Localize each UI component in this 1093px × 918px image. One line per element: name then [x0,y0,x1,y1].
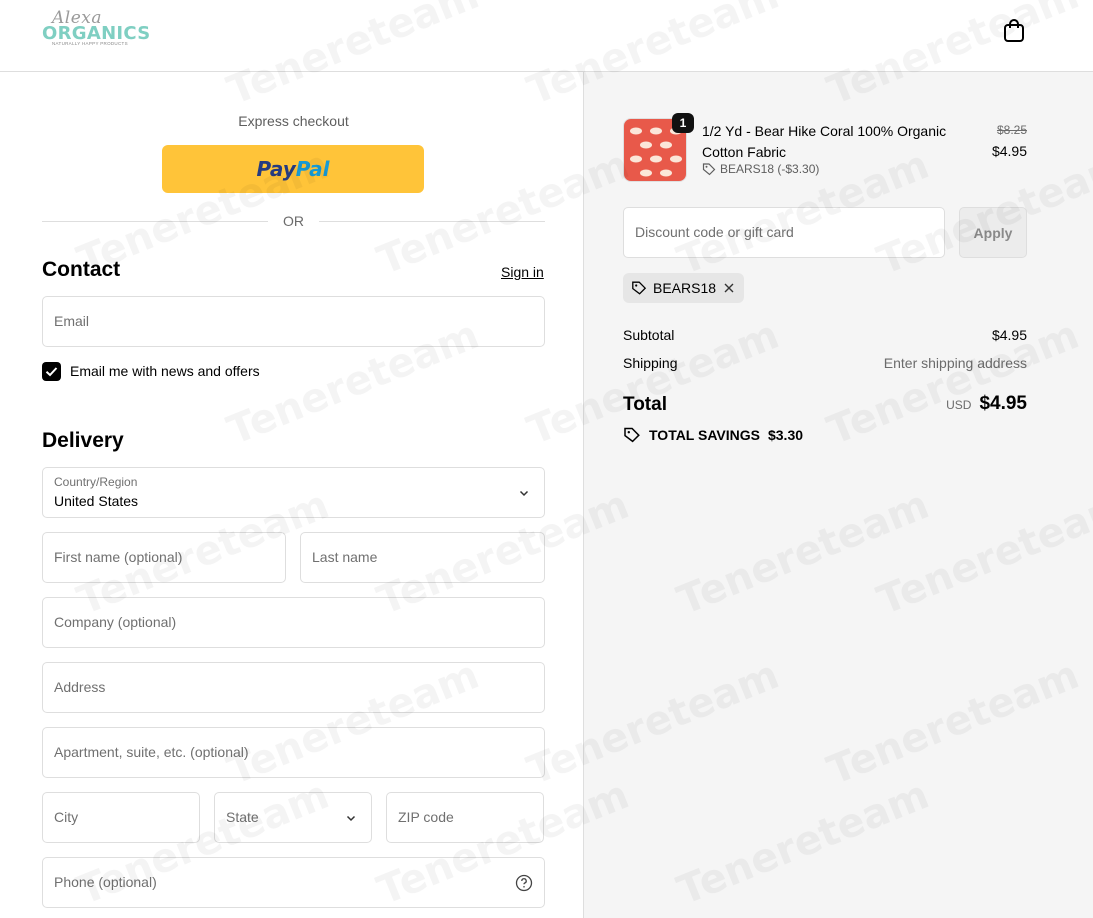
city-field[interactable]: City [42,792,200,843]
country-label: Country/Region [54,475,138,489]
state-placeholder: State [226,809,259,825]
checkout-form-column: Express checkout Pay Pal OR Contact Sign … [0,72,583,918]
applied-discount-chip: BEARS18 [623,273,745,303]
newsletter-label: Email me with news and offers [70,363,260,379]
original-price: $8.25 [996,123,1027,137]
zip-field[interactable]: ZIP code [386,792,544,843]
tag-icon [624,427,640,443]
savings-value: $3.30 [767,427,804,443]
paypal-logo-pal: Pal [295,157,330,181]
sign-in-link[interactable]: Sign in [501,264,544,280]
shopping-bag-icon[interactable] [1001,17,1027,43]
total-label: Total [623,394,667,415]
tag-icon [702,163,716,176]
zip-placeholder: ZIP code [398,809,454,825]
total-currency: USD [946,398,972,412]
phone-placeholder: Phone (optional) [54,874,157,890]
header: Alexa ORGANICS NATURALLY HAPPY PRODUCTS [0,0,1093,72]
tag-icon [632,281,647,295]
apply-button[interactable]: Apply [959,207,1027,258]
paypal-logo-pay: Pay [256,157,296,181]
last-name-field[interactable]: Last name [300,532,545,583]
product-discount-text: BEARS18 (-$3.30) [720,162,820,176]
state-select[interactable]: State [214,792,372,843]
remove-discount-icon[interactable] [722,281,736,295]
order-summary: 1 1/2 Yd - Bear Hike Coral 100% Organic … [583,72,1093,918]
chevron-down-icon [519,490,529,497]
total-savings: TOTAL SAVINGS $3.30 [623,426,803,444]
subtotal-value: $4.95 [991,327,1027,343]
newsletter-checkbox[interactable] [42,362,61,381]
company-placeholder: Company (optional) [54,614,177,630]
shipping-value: Enter shipping address [883,355,1027,371]
apartment-field[interactable]: Apartment, suite, etc. (optional) [42,727,545,778]
applied-code: BEARS18 [653,280,717,296]
item-price: $4.95 [991,143,1027,159]
first-name-placeholder: First name (optional) [54,549,183,565]
last-name-placeholder: Last name [312,549,378,565]
email-placeholder: Email [54,313,90,329]
or-divider: OR [42,212,545,230]
shipping-label: Shipping [623,355,678,371]
total-value: $4.95 [979,393,1027,414]
paypal-button[interactable]: Pay Pal [162,145,424,193]
delivery-heading: Delivery [42,429,124,452]
subtotal-label: Subtotal [623,327,675,343]
product-name: 1/2 Yd - Bear Hike Coral 100% Organic Co… [702,123,947,160]
or-divider-text: OR [283,213,304,229]
express-checkout-title: Express checkout [238,113,349,129]
company-field[interactable]: Company (optional) [42,597,545,648]
country-value: United States [54,493,139,509]
first-name-field[interactable]: First name (optional) [42,532,286,583]
city-placeholder: City [54,809,79,825]
discount-code-field[interactable]: Discount code or gift card [623,207,945,258]
contact-heading: Contact [42,258,121,281]
address-field[interactable]: Address [42,662,545,713]
checkmark-icon [45,367,58,377]
logo-tagline: NATURALLY HAPPY PRODUCTS [52,41,128,46]
help-circle-icon[interactable] [515,874,533,892]
product-discount: BEARS18 (-$3.30) [702,162,819,176]
phone-field[interactable]: Phone (optional) [42,857,545,908]
discount-code-placeholder: Discount code or gift card [635,224,794,240]
chevron-down-icon [346,815,356,822]
savings-label: TOTAL SAVINGS [649,427,760,443]
address-placeholder: Address [54,679,106,695]
quantity-badge: 1 [672,113,694,133]
total-amount: USD $4.95 [946,393,1027,415]
email-field[interactable]: Email [42,296,545,347]
apartment-placeholder: Apartment, suite, etc. (optional) [54,744,249,760]
country-select[interactable]: Country/Region United States [42,467,545,518]
store-logo[interactable]: Alexa ORGANICS NATURALLY HAPPY PRODUCTS [42,8,150,52]
